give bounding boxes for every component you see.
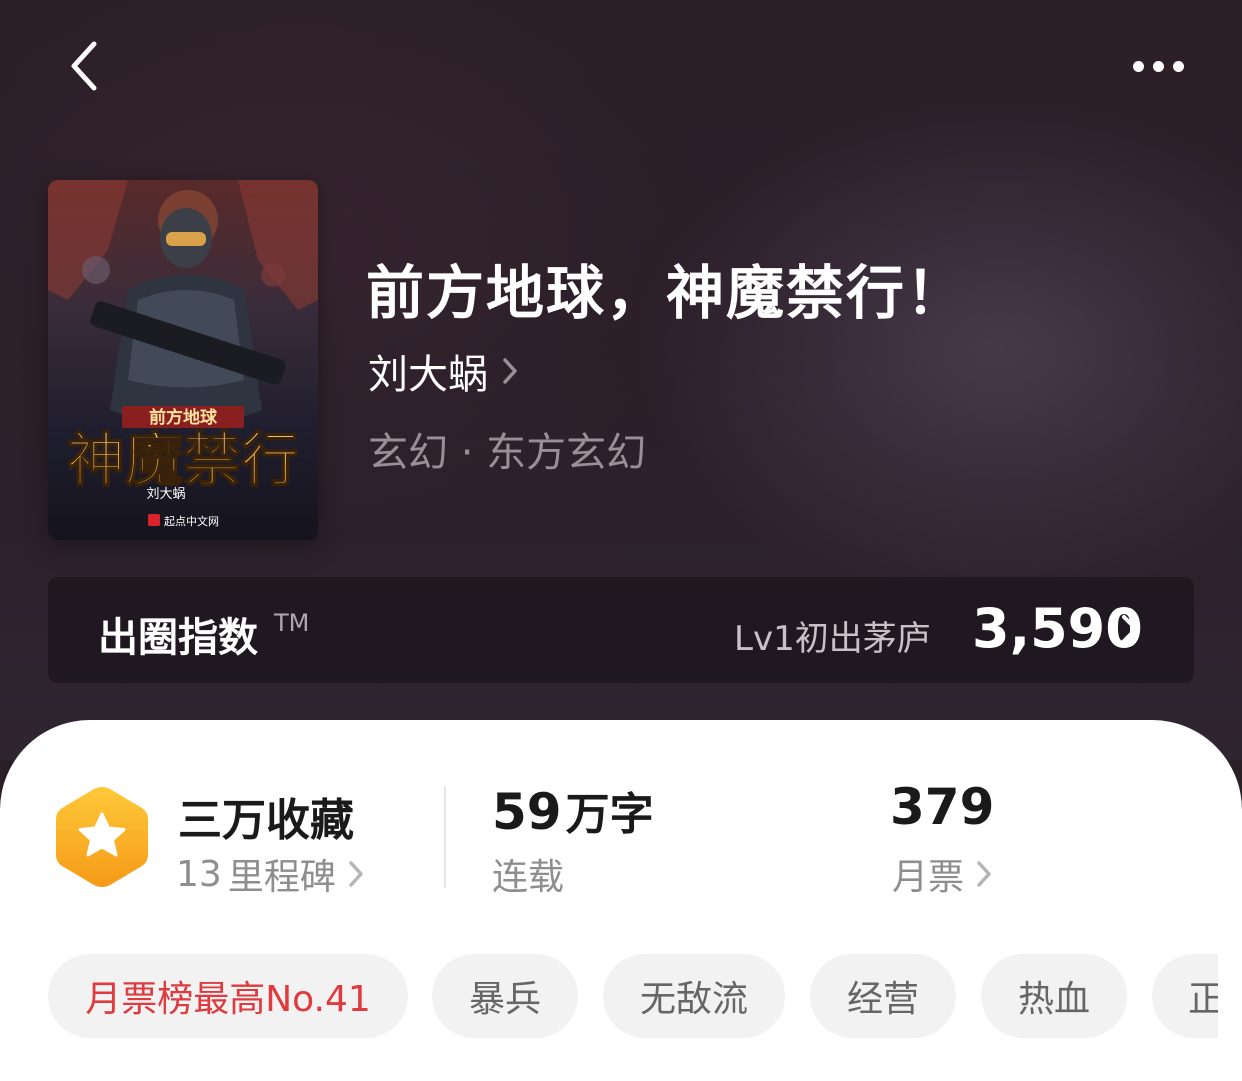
monthly-votes-label: 月票	[892, 857, 965, 898]
monthly-votes-count: 379	[890, 778, 994, 836]
book-genre[interactable]: 玄幻 · 东方玄幻	[368, 420, 646, 478]
word-count-unit: 万字	[565, 789, 654, 840]
trademark-mark: TM	[274, 609, 310, 637]
hexagon-star-icon	[56, 787, 148, 887]
collections-count: 三万收藏	[178, 795, 354, 846]
tag-item[interactable]: 无敌流	[603, 954, 785, 1038]
tag-item[interactable]: 热血	[981, 954, 1127, 1038]
chevron-right-icon	[1122, 615, 1138, 643]
word-count: 59 万字	[492, 778, 654, 842]
serial-status: 连载	[492, 857, 565, 898]
tag-item[interactable]: 月票榜最高No.41	[48, 954, 408, 1038]
milestones-link[interactable]: 13 里程碑	[176, 848, 364, 900]
more-dot	[1152, 60, 1164, 72]
cover-main-title: 神魔禁行	[67, 426, 299, 494]
chevron-left-icon	[71, 41, 97, 91]
monthly-votes-link[interactable]: 月票	[892, 848, 992, 900]
author-link[interactable]: 刘大蜗	[368, 342, 518, 400]
more-dots-icon	[1132, 60, 1144, 72]
circle-index-value: 3,590	[972, 597, 1143, 660]
milestones-count: 13	[176, 853, 222, 895]
milestones-label: 里程碑	[227, 857, 336, 898]
chevron-right-icon	[977, 861, 991, 887]
circle-index-label: 出圈指数	[98, 615, 258, 661]
tag-item[interactable]: 暴兵	[432, 954, 578, 1038]
chevron-right-icon	[503, 358, 517, 384]
monthly-votes-number: 379	[890, 778, 995, 836]
back-button[interactable]	[56, 36, 112, 96]
circle-index-bar[interactable]: 出圈指数 TM Lv1初出茅庐 3,590	[48, 577, 1194, 683]
author-name: 刘大蜗	[368, 352, 488, 398]
cover-author: 刘大蜗	[146, 486, 185, 502]
tags-row: 月票榜最高No.41 暴兵 无敌流 经营 热血 正	[48, 954, 1218, 1038]
stats-divider	[444, 786, 446, 888]
tag-item[interactable]: 正	[1152, 954, 1218, 1038]
cover-series-label: 前方地球	[149, 407, 218, 428]
book-title: 前方地球，神魔禁行！	[366, 259, 967, 327]
tag-item[interactable]: 经营	[810, 954, 956, 1038]
book-cover[interactable]: 前方地球 神魔禁行 刘大蜗 起点中文网	[48, 180, 318, 540]
more-dot	[1172, 60, 1184, 72]
chevron-right-icon	[349, 861, 363, 887]
word-count-number: 59	[492, 783, 562, 841]
cover-publisher: 起点中文网	[164, 514, 219, 528]
more-button[interactable]	[1120, 44, 1196, 88]
circle-index-level: Lv1初出茅庐	[734, 619, 931, 659]
